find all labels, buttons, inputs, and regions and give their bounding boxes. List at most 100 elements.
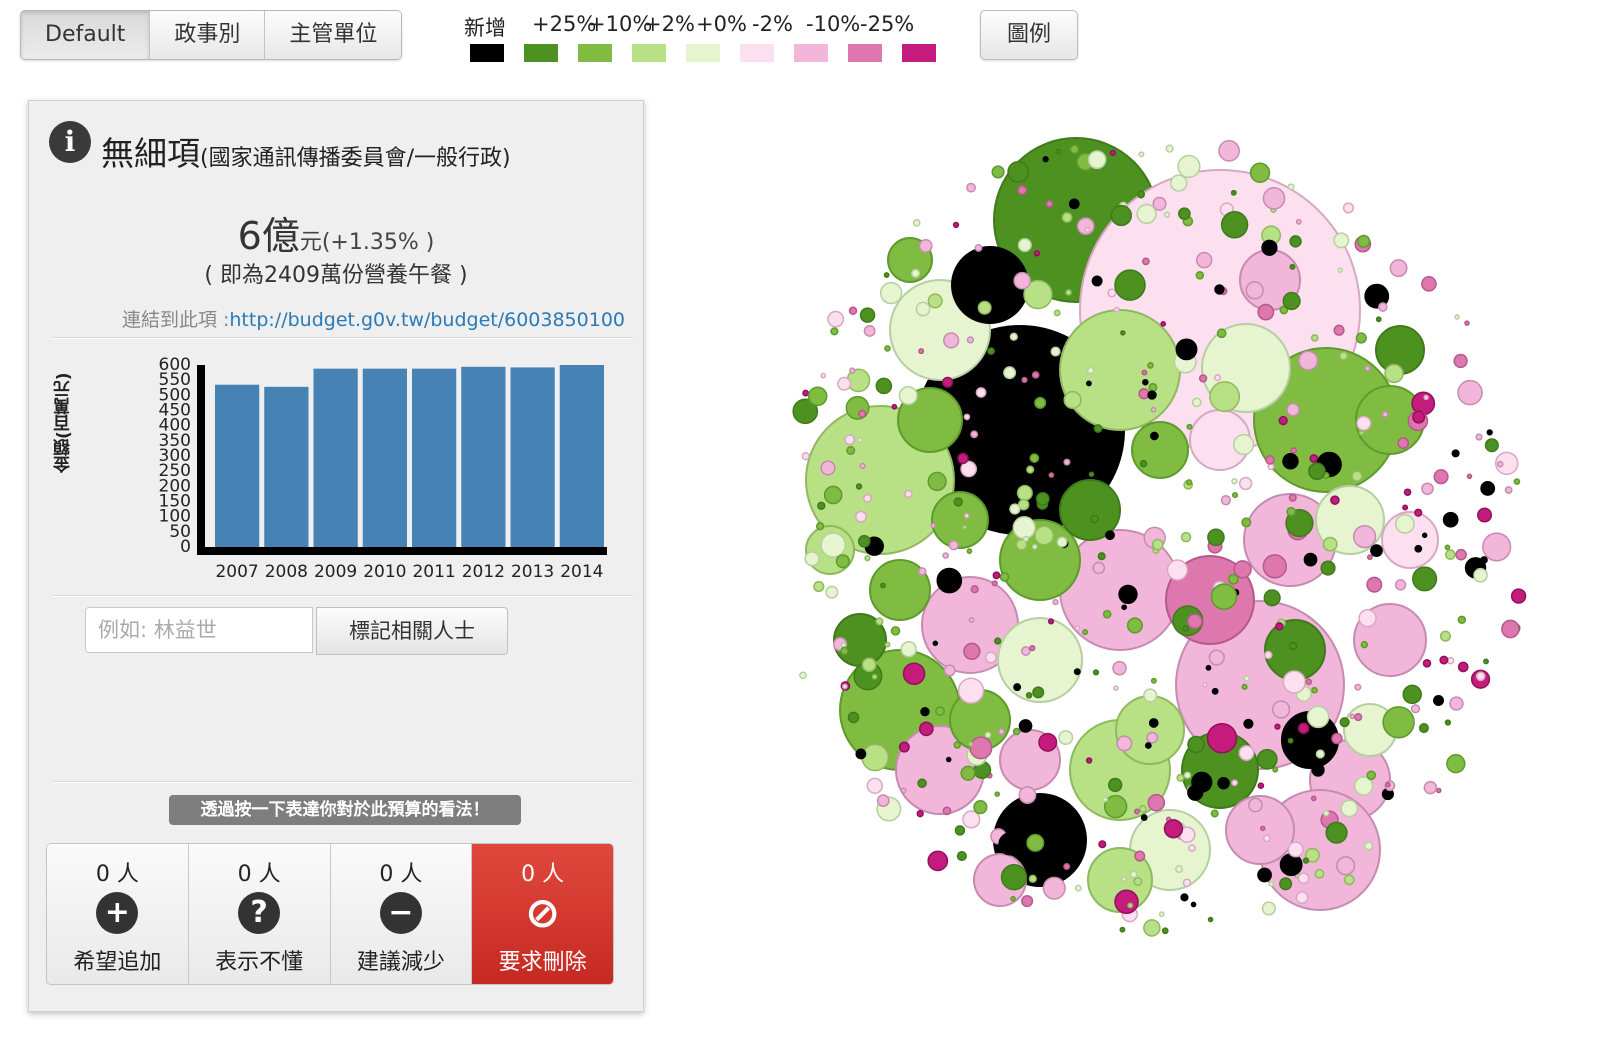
budget-bubble <box>1022 535 1029 542</box>
budget-bubble <box>966 548 973 554</box>
budget-bubble <box>1161 927 1169 935</box>
budget-bubble <box>1121 875 1127 882</box>
budget-bubble <box>942 376 954 388</box>
budget-bubble <box>815 522 825 531</box>
budget-bubble <box>1366 576 1383 593</box>
budget-bubble <box>1295 891 1309 905</box>
budget-bubble <box>859 462 866 470</box>
budget-bubble <box>1261 901 1276 916</box>
budget-bubble <box>1195 251 1213 269</box>
budget-bubble <box>1230 189 1237 196</box>
budget-bubble <box>807 386 828 407</box>
budget-bubble <box>1279 877 1293 891</box>
x-tick-label: 2012 <box>462 562 505 582</box>
budget-bubble <box>927 293 943 309</box>
budget-bubble <box>898 741 910 753</box>
plus-circle-icon: + <box>96 892 139 934</box>
legend-button[interactable]: 圖例 <box>980 10 1078 60</box>
budget-bubble <box>945 756 952 763</box>
budget-bubble <box>953 497 963 507</box>
budget-bubble <box>1355 332 1367 344</box>
budget-bubble <box>1466 473 1473 480</box>
budget-bubble <box>859 307 876 323</box>
budget-bubble <box>1195 271 1205 280</box>
budget-bubble <box>1119 926 1126 933</box>
budget-bubble <box>1113 685 1119 691</box>
bar <box>510 367 555 547</box>
permalink-url[interactable]: http://budget.g0v.tw/budget/6003850100 <box>229 309 625 331</box>
budget-bubble <box>1454 314 1460 320</box>
ban-icon: ⊘ <box>525 888 561 937</box>
budget-bubble <box>1050 346 1061 357</box>
budget-bubble <box>1464 320 1470 326</box>
budget-bubble <box>910 268 921 278</box>
bar <box>559 365 604 547</box>
color-legend: 新增 +25% +10% +2% +0% -2% -10% -25% <box>464 12 944 64</box>
budget-bubble <box>999 572 1010 582</box>
budget-bubble <box>963 512 970 519</box>
divider <box>53 337 633 339</box>
budget-bubble <box>1439 630 1452 642</box>
budget-bubble <box>1302 857 1310 864</box>
x-tick-label: 2007 <box>215 562 258 582</box>
info-icon: i <box>49 121 91 163</box>
budget-bubble <box>1366 770 1377 781</box>
budget-bubble <box>858 409 867 418</box>
budget-bubble <box>875 377 893 395</box>
budget-bubble <box>1175 338 1198 361</box>
legend-swatch-minus10 <box>794 44 828 62</box>
budget-bubble <box>1207 916 1214 923</box>
vote-count: 0 人 <box>379 862 423 887</box>
budget-bubble <box>1214 284 1225 295</box>
budget-bubble <box>1310 334 1319 342</box>
budget-bubble <box>879 281 903 305</box>
budget-bubble <box>840 646 849 656</box>
budget-bubble <box>1358 429 1365 436</box>
tab-by-function[interactable]: 政事別 <box>150 11 266 59</box>
budget-bubble <box>1433 469 1449 485</box>
budget-bubble <box>956 851 967 862</box>
budget-bubble <box>1018 719 1033 733</box>
budget-bubble <box>900 640 917 658</box>
x-tick-label: 2014 <box>560 562 603 582</box>
budget-bubble <box>975 387 987 398</box>
vote-count: 0 人 <box>237 862 281 887</box>
budget-bubble <box>1480 481 1496 496</box>
budget-bubble <box>1418 723 1429 734</box>
budget-bubble <box>1310 795 1317 802</box>
related-person-input[interactable] <box>85 607 313 653</box>
budget-bubble <box>1121 604 1128 611</box>
vote-add-button[interactable]: 0 人 + 希望追加 <box>47 844 189 984</box>
budget-bubble <box>1052 598 1059 606</box>
tab-default[interactable]: Default <box>21 11 151 59</box>
budget-bubble <box>1087 150 1107 170</box>
budget-bubble <box>1021 376 1028 384</box>
budget-bubble <box>1262 834 1271 843</box>
vote-delete-button[interactable]: 0 人 ⊘ 要求刪除 <box>472 844 613 984</box>
tag-related-person-button[interactable]: 標記相關人士 <box>316 607 508 655</box>
budget-bubble <box>820 372 827 379</box>
budget-bubble <box>900 787 907 794</box>
budget-bubble <box>1241 517 1252 528</box>
budget-bubble <box>1423 780 1438 795</box>
item-title-path: (國家通訊傳播委員會/一般行政) <box>200 146 511 171</box>
budget-bubble <box>1143 688 1158 703</box>
budget-bubble <box>1148 718 1159 728</box>
budget-bubble <box>1339 717 1350 728</box>
budget-bubble <box>1257 303 1275 321</box>
vote-reduce-button[interactable]: 0 人 − 建議減少 <box>330 844 473 984</box>
budget-amount-change: 元(+1.35% ) <box>299 230 435 255</box>
budget-bubble <box>1065 289 1072 296</box>
budget-bubble <box>1147 362 1154 369</box>
budget-bubble <box>898 386 918 406</box>
budget-bubble <box>1012 516 1036 540</box>
budget-bubble <box>1176 773 1185 782</box>
budget-bubble <box>1354 683 1362 691</box>
x-tick-label: 2011 <box>412 562 455 582</box>
budget-bubble <box>820 532 846 558</box>
vote-confused-button[interactable]: 0 人 ? 表示不懂 <box>188 844 331 984</box>
budget-bubble <box>1163 211 1171 218</box>
budget-bubble <box>984 731 992 739</box>
tab-by-agency[interactable]: 主管單位 <box>265 11 402 59</box>
budget-bubble <box>1342 202 1355 214</box>
